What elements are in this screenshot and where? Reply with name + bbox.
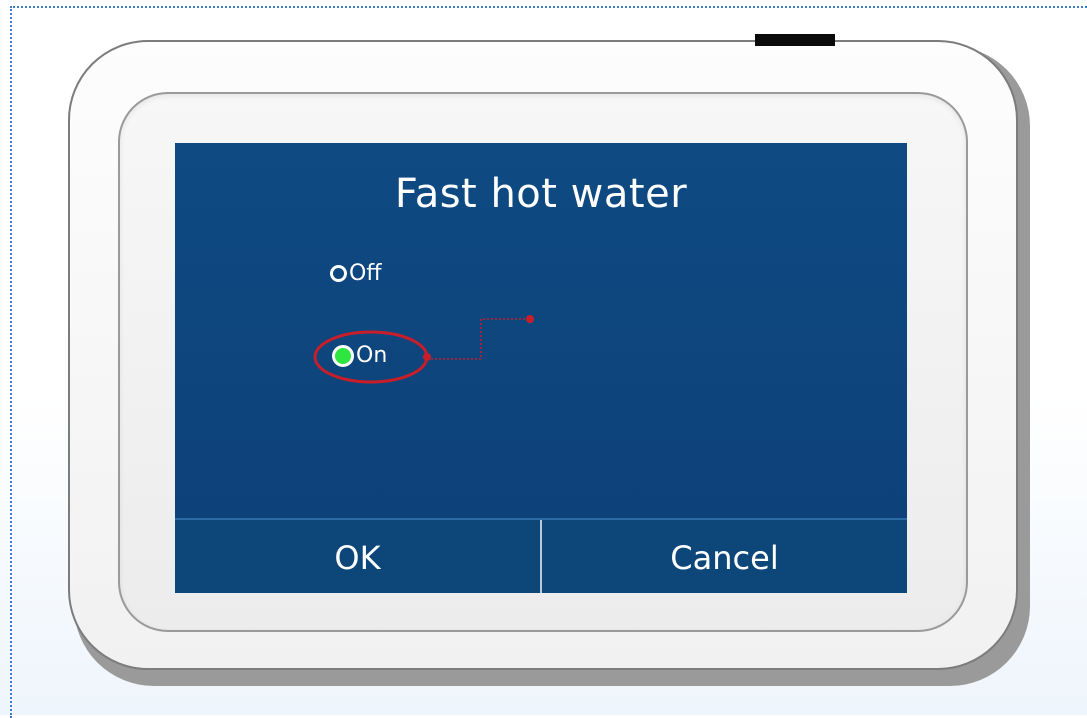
radio-selected-icon[interactable] bbox=[332, 344, 354, 367]
option-on-label: On bbox=[356, 343, 388, 368]
option-off-label: Off bbox=[349, 261, 382, 286]
annotation-dot-start bbox=[423, 353, 431, 361]
ok-button[interactable]: OK bbox=[175, 520, 542, 593]
annotation-dot-end bbox=[526, 315, 534, 323]
cancel-button[interactable]: Cancel bbox=[542, 520, 907, 593]
option-on[interactable]: On bbox=[332, 343, 387, 368]
device-power-button[interactable] bbox=[755, 34, 835, 46]
dialog-title: Fast hot water bbox=[394, 171, 688, 217]
radio-unselected-icon[interactable] bbox=[330, 265, 347, 282]
display-screen: Fast hot water Off On OK Cancel bbox=[175, 143, 907, 593]
annotation-leader-line bbox=[431, 318, 529, 360]
option-off[interactable]: Off bbox=[330, 261, 381, 286]
dialog-button-bar: OK Cancel bbox=[175, 518, 907, 593]
